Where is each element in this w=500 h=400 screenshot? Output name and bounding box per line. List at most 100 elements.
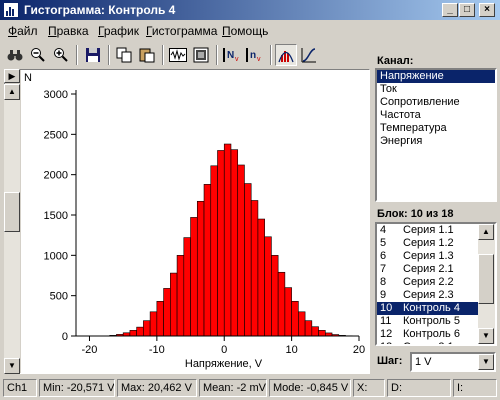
histogram-chart: N 0 500 1000 1500 2000 2500 3000 -20 -10 0 10 20 Напр… <box>24 72 365 370</box>
histogram-bar <box>156 301 164 337</box>
menu-edit[interactable]: Правка <box>48 24 89 38</box>
histogram-bar <box>277 271 286 337</box>
histogram-bar <box>291 301 299 337</box>
block-item-number: 8 <box>380 276 387 288</box>
status-d: D: <box>387 379 451 397</box>
menu-histogram[interactable]: Гистограмма <box>146 24 217 38</box>
toolbar-separator <box>216 45 218 65</box>
x-tick-label: -20 <box>82 344 98 356</box>
block-item-number: 9 <box>380 289 387 301</box>
block-item-name: Контроль 4 <box>403 302 460 314</box>
channel-item[interactable]: Частота <box>377 109 495 122</box>
block-item-name: Серия 2.1 <box>403 263 454 275</box>
gaussian-fit-icon[interactable] <box>275 44 297 66</box>
channel-label: Канал: <box>377 55 414 67</box>
block-item-number: 5 <box>380 237 387 249</box>
histogram-bar <box>304 320 313 337</box>
close-button[interactable]: × <box>479 3 495 17</box>
histogram-bar <box>190 217 198 337</box>
histogram-bar <box>129 330 137 337</box>
channel-item[interactable]: Напряжение <box>377 70 495 83</box>
y-tick-label: 500 <box>50 291 68 303</box>
block-item-name: Серия 1.2 <box>403 237 454 249</box>
channel-item[interactable]: Температура <box>377 122 495 135</box>
maximize-button[interactable]: □ <box>459 3 475 17</box>
waveform-icon[interactable] <box>167 44 189 66</box>
y-tick-label: 1000 <box>44 250 68 262</box>
menu-help[interactable]: Помощь <box>222 24 268 38</box>
block-item-name: Контроль 5 <box>403 315 460 327</box>
svg-text:n: n <box>250 50 256 61</box>
block-scroll-thumb[interactable] <box>478 254 494 304</box>
channel-item[interactable]: Сопротивление <box>377 96 495 109</box>
y-tick-label: 0 <box>62 331 68 343</box>
scroll-up-button[interactable]: ▲ <box>4 84 20 100</box>
block-item-number: 6 <box>380 250 387 262</box>
status-mode: Mode: -0,845 V <box>269 379 351 397</box>
histogram-bar <box>149 311 158 337</box>
block-item-name: Контроль 6 <box>403 328 460 340</box>
copy-icon[interactable] <box>113 44 135 66</box>
menu-histogram-label: Гистограмма <box>146 24 218 38</box>
menu-bar: Файл Правка График Гистограмма Помощь <box>0 21 500 40</box>
menu-chart-label: График <box>98 24 140 38</box>
step-combobox[interactable]: 1 V ▼ <box>410 352 496 372</box>
channel-item[interactable]: Энергия <box>377 135 495 148</box>
histogram-bar <box>257 218 265 337</box>
histogram-bar <box>217 150 225 337</box>
block-item-name: Серия 1.3 <box>403 250 454 262</box>
minimize-button[interactable]: _ <box>442 3 458 17</box>
status-bar: Ch1 Min: -20,571 V Max: 20,462 V Mean: -… <box>0 378 500 400</box>
y-tick-label: 3000 <box>44 89 68 101</box>
x-tick-label: -10 <box>149 344 165 356</box>
normalize-n-icon[interactable]: Nv <box>221 44 243 66</box>
x-tick-label: 20 <box>353 344 365 356</box>
histogram-bar <box>311 326 319 337</box>
plot-background: N 0 500 1000 1500 2000 2500 3000 -20 -10 0 10 20 Напр… <box>21 70 369 373</box>
channel-item[interactable]: Ток <box>377 83 495 96</box>
step-value: 1 V <box>415 356 432 368</box>
block-scrollbar[interactable]: ▲ ▼ <box>478 224 495 344</box>
histogram-bar <box>318 330 326 337</box>
status-max: Max: 20,462 V <box>117 379 197 397</box>
status-i: I: <box>453 379 497 397</box>
histogram-bar <box>271 255 279 337</box>
x-axis-label: Напряжение, V <box>185 358 263 370</box>
histogram-bar <box>196 200 205 337</box>
histogram-bar <box>298 311 306 337</box>
svg-text:N: N <box>227 50 234 61</box>
normalize-nv-icon[interactable]: nv <box>244 44 266 66</box>
block-item-name: Серия 1.1 <box>403 224 454 236</box>
binoculars-icon[interactable] <box>4 44 26 66</box>
channel-listbox[interactable]: Напряжение Ток Сопротивление Частота Темпера… <box>375 68 497 202</box>
block-item-name: Серия 3.1 <box>403 341 454 344</box>
block-label: Блок: 10 из 18 <box>377 208 454 220</box>
y-tick-label: 2000 <box>44 170 68 182</box>
chart-vertical-scrollbar[interactable]: ▲ ▼ <box>4 84 20 374</box>
title-bar: Гистограмма: Контроль 4 _ □ × <box>0 0 500 20</box>
paste-icon[interactable] <box>136 44 158 66</box>
histogram-bar <box>223 143 232 337</box>
x-tick-label: 0 <box>221 344 227 356</box>
block-scroll-up-button[interactable]: ▲ <box>478 224 494 240</box>
y-tick-label: 2500 <box>44 129 68 141</box>
chart-scroll-right-button[interactable]: ▶ <box>4 69 20 83</box>
zoom-in-icon[interactable] <box>50 44 72 66</box>
scroll-down-button[interactable]: ▼ <box>4 358 20 374</box>
chevron-down-icon[interactable]: ▼ <box>478 354 494 370</box>
menu-file[interactable]: Файл <box>8 24 38 38</box>
block-item-number: 11 <box>380 315 392 327</box>
save-icon[interactable] <box>82 44 104 66</box>
scroll-thumb[interactable] <box>4 192 20 232</box>
image-icon[interactable] <box>190 44 212 66</box>
block-scroll-down-button[interactable]: ▼ <box>478 328 494 344</box>
cumulative-icon[interactable] <box>298 44 320 66</box>
block-item-number: 13 <box>377 341 403 344</box>
toolbar-separator <box>76 45 78 65</box>
block-item-number: 4 <box>380 224 387 236</box>
x-tick-label: 10 <box>285 344 297 356</box>
menu-chart[interactable]: График <box>98 24 139 38</box>
svg-text:v: v <box>257 56 261 63</box>
histogram-bar <box>230 149 239 337</box>
zoom-out-icon[interactable] <box>27 44 49 66</box>
